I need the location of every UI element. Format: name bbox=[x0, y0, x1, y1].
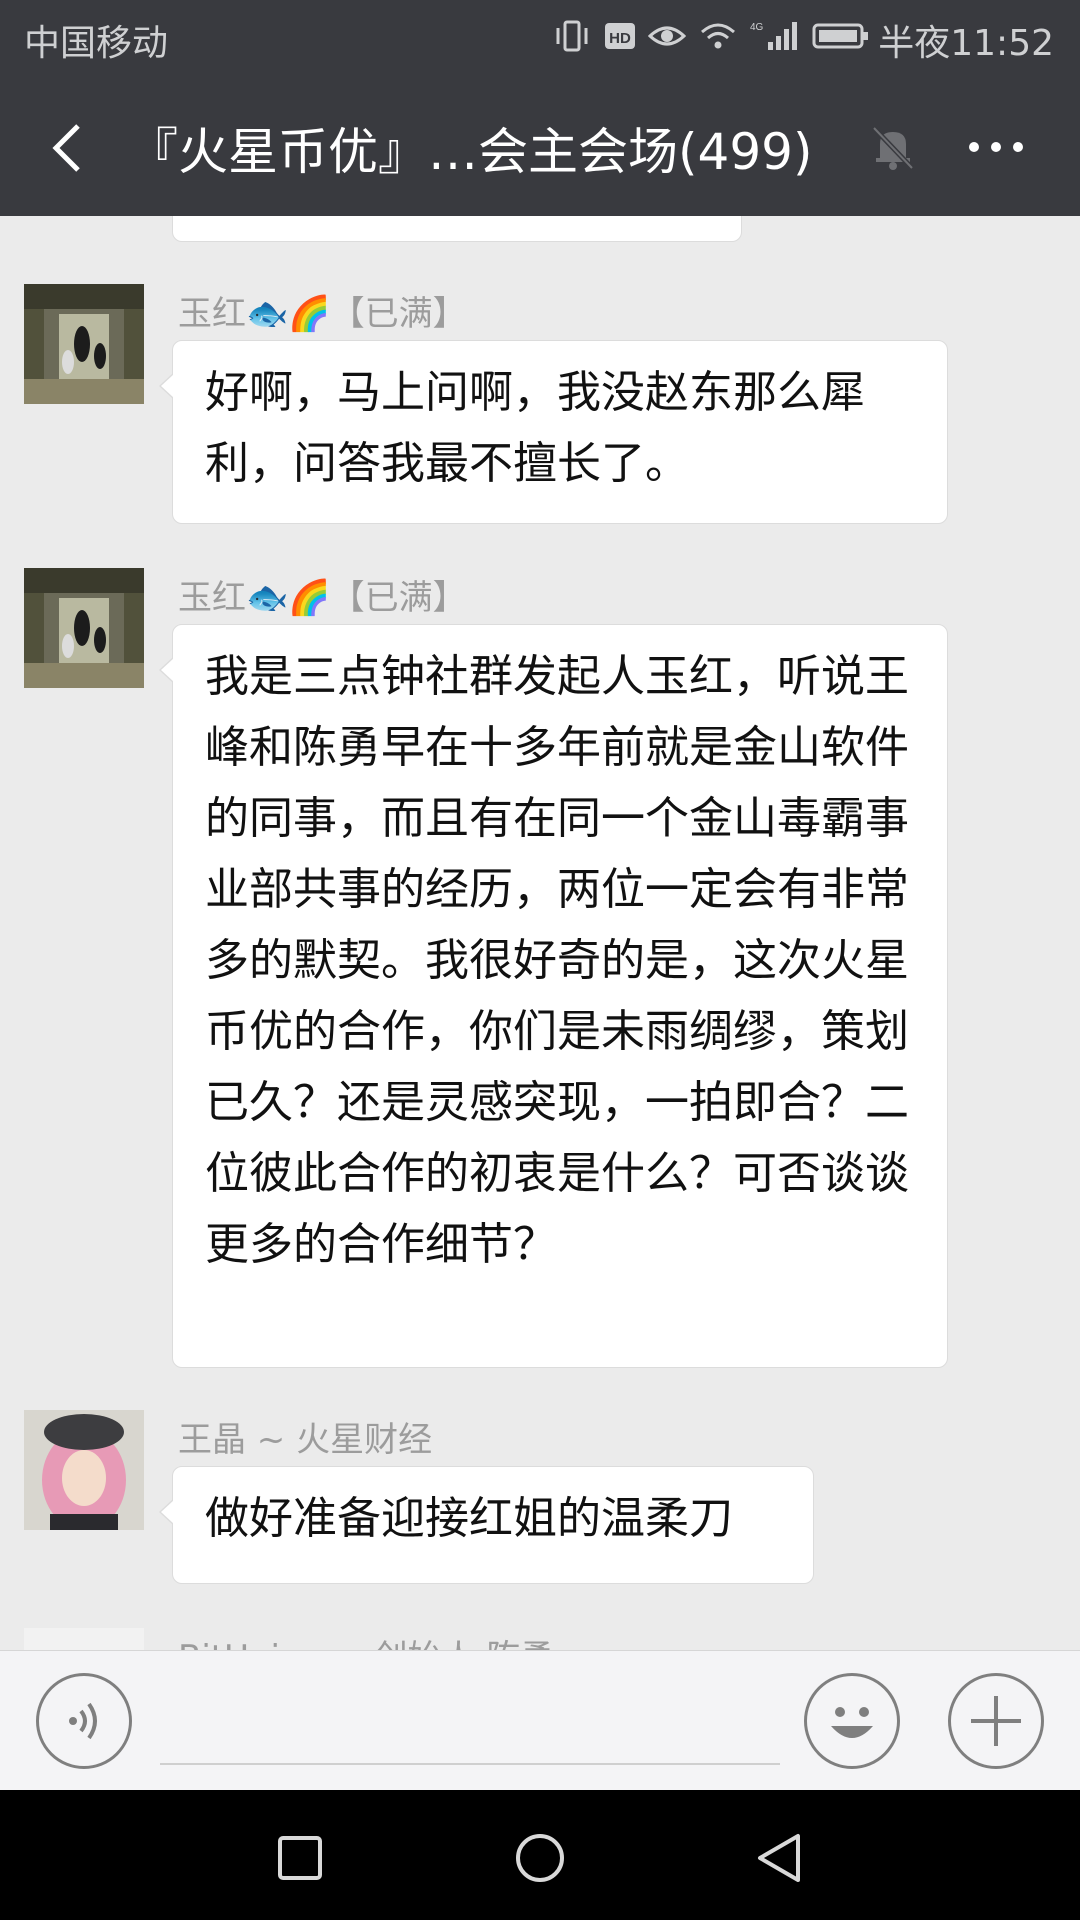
message-bubble[interactable]: 好啊，马上问啊，我没赵东那么犀利，问答我最不擅长了。 bbox=[159, 340, 948, 524]
more-dots-icon[interactable] bbox=[966, 122, 1026, 172]
emoji-icon bbox=[831, 1707, 873, 1738]
message-bubble[interactable]: 我是三点钟社群发起人玉红，听说王峰和陈勇早在十多年前就是金山软件的同事，而且有在… bbox=[159, 624, 948, 1368]
mute-bell-icon[interactable] bbox=[868, 122, 918, 172]
eye-icon bbox=[648, 26, 686, 46]
hd-icon: HD bbox=[605, 23, 635, 49]
carrier-label: 中国移动 bbox=[24, 23, 169, 64]
chat-header: 『火星币优』…会主会场(499) bbox=[0, 78, 1080, 216]
svg-text:HD: HD bbox=[609, 30, 631, 47]
sender-name: 玉红🐟🌈【已满】 bbox=[178, 578, 467, 618]
plus-icon bbox=[971, 1696, 1021, 1746]
emoji-button[interactable] bbox=[804, 1673, 900, 1769]
avatar[interactable] bbox=[24, 568, 144, 688]
status-icons: HD 4G bbox=[552, 20, 870, 52]
chat-area[interactable]: 玉红🐟🌈【已满】 好啊，马上问啊，我没赵东那么犀利，问答我最不擅长了。 玉红🐟🌈… bbox=[0, 216, 1080, 1650]
input-bar bbox=[0, 1650, 1080, 1791]
sender-name: 王晶 ~ 火星财经 bbox=[178, 1420, 433, 1460]
voice-button[interactable] bbox=[36, 1673, 132, 1769]
avatar[interactable] bbox=[24, 1628, 144, 1650]
4g-signal-icon: 4G bbox=[750, 22, 797, 50]
avatar[interactable] bbox=[24, 1410, 144, 1530]
home-circle-icon[interactable] bbox=[512, 1830, 568, 1886]
previous-message-bubble bbox=[172, 216, 742, 242]
avatar[interactable] bbox=[24, 284, 144, 404]
back-triangle-icon[interactable] bbox=[752, 1830, 808, 1886]
clock: 半夜11:52 bbox=[878, 23, 1054, 64]
plus-button[interactable] bbox=[948, 1673, 1044, 1769]
vibrate-icon bbox=[556, 20, 588, 52]
message-bubble[interactable]: 做好准备迎接红姐的温柔刀 bbox=[159, 1466, 814, 1584]
battery-icon bbox=[812, 23, 868, 49]
chat-title: 『火星币优』…会主会场(499) bbox=[128, 123, 813, 181]
message-input[interactable] bbox=[160, 1763, 780, 1765]
sender-name: 玉红🐟🌈【已满】 bbox=[178, 294, 467, 334]
svg-text:4G: 4G bbox=[750, 22, 764, 33]
voice-icon bbox=[69, 1702, 97, 1740]
recents-square-icon[interactable] bbox=[272, 1830, 328, 1886]
sender-name: BitUniverse创始人 陈勇 bbox=[178, 1630, 554, 1650]
wifi-icon bbox=[701, 23, 735, 49]
status-bar: 中国移动 HD 4G 半夜11:52 bbox=[0, 0, 1080, 78]
back-arrow-icon[interactable] bbox=[40, 118, 100, 178]
system-nav-bar bbox=[0, 1790, 1080, 1920]
